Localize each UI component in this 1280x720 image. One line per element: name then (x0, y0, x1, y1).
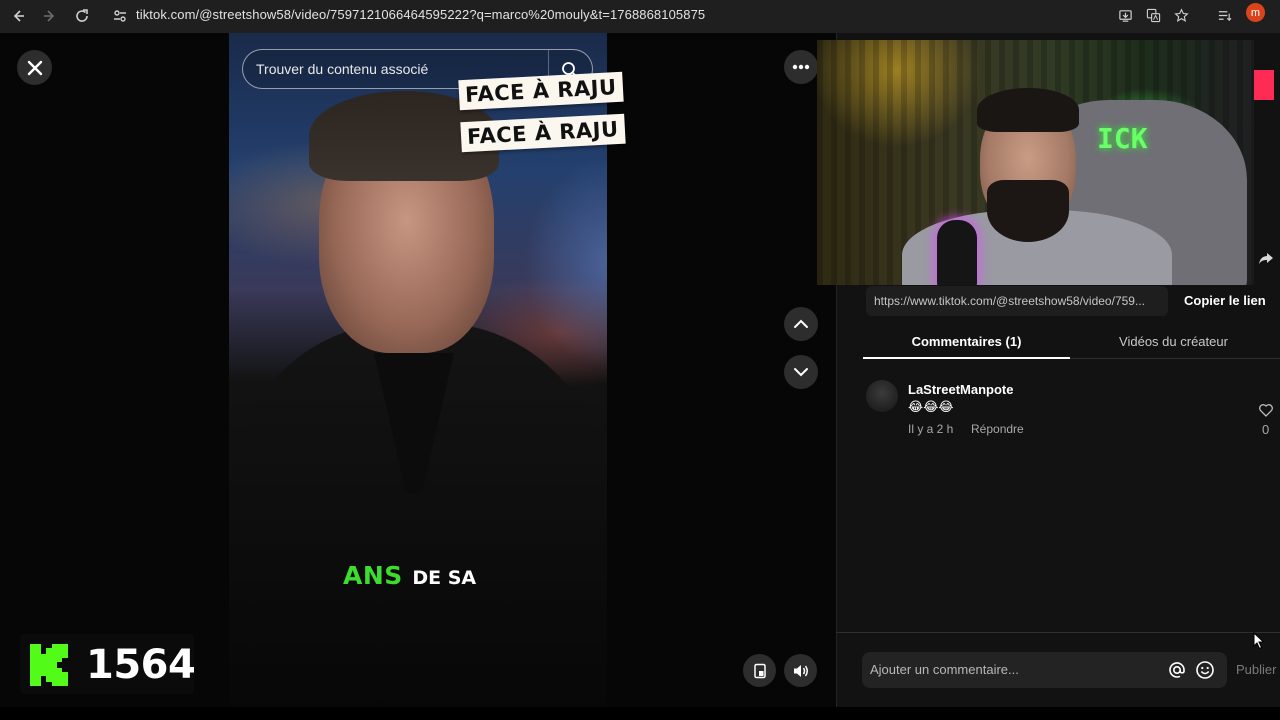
caption-text: DE SA (412, 567, 477, 589)
profile-avatar[interactable]: m (1246, 3, 1265, 22)
volume-icon (793, 664, 808, 677)
kick-logo-icon (30, 644, 68, 686)
comment-avatar[interactable] (866, 380, 898, 412)
floating-player-button[interactable] (743, 654, 776, 687)
reload-icon[interactable] (70, 4, 94, 28)
active-tab-indicator (863, 357, 1070, 359)
close-button[interactable] (17, 50, 52, 85)
tab-comments[interactable]: Commentaires (1) (863, 334, 1070, 349)
bottom-letterbox (0, 707, 1280, 720)
reply-button[interactable]: Répondre (971, 422, 1024, 436)
emoji-icon[interactable] (1195, 660, 1215, 680)
panel-divider (836, 632, 1280, 633)
floating-player-icon (753, 663, 766, 678)
panel-tabs: Commentaires (1) Vidéos du créateur (863, 325, 1280, 359)
share-icon[interactable] (1258, 250, 1274, 266)
kick-viewer-count: 1564 (86, 642, 196, 688)
webcam-neon-sign: ICK (1097, 122, 1148, 155)
tab-creator-videos[interactable]: Vidéos du créateur (1070, 334, 1277, 349)
chevron-up-icon (794, 319, 808, 328)
share-link-row: https://www.tiktok.com/@streetshow58/vid… (866, 286, 1276, 316)
reading-list-icon[interactable] (1213, 4, 1235, 26)
mouse-cursor-icon (1253, 632, 1265, 650)
volume-button[interactable] (784, 654, 817, 687)
more-dots-icon (792, 64, 810, 70)
bookmark-star-icon[interactable] (1170, 4, 1192, 26)
webcam-person-hair (977, 88, 1079, 132)
address-bar[interactable]: tiktok.com/@streetshow58/video/759712106… (104, 2, 1104, 30)
mention-at-icon[interactable] (1167, 660, 1187, 680)
share-link-text: https://www.tiktok.com/@streetshow58/vid… (874, 294, 1145, 308)
webcam-person-beard (987, 180, 1069, 242)
chevron-down-icon (794, 368, 808, 377)
search-placeholder: Trouver du contenu associé (256, 61, 429, 77)
translate-icon[interactable] (1142, 4, 1164, 26)
video-caption: ANS DE SA (343, 561, 476, 590)
caption-highlight: ANS (343, 561, 403, 590)
next-video-button[interactable] (784, 355, 818, 389)
comment-text: 😂😂😂 (908, 399, 954, 414)
site-info-icon[interactable] (112, 8, 128, 24)
comment-timestamp: Il y a 2 h (908, 422, 954, 436)
streamer-webcam-overlay: ICK (817, 40, 1254, 285)
kick-viewer-badge: 1564 (20, 634, 196, 694)
comment-input-placeholder: Ajouter un commentaire... (870, 662, 1019, 677)
comment-item: LaStreetManpote 😂😂😂 Il y a 2 h Répondre … (866, 378, 1276, 442)
share-link-field[interactable]: https://www.tiktok.com/@streetshow58/vid… (866, 286, 1168, 316)
heart-icon[interactable] (1258, 402, 1274, 418)
url-text: tiktok.com/@streetshow58/video/759712106… (136, 7, 706, 22)
comment-like-count: 0 (1262, 422, 1270, 437)
browser-toolbar: tiktok.com/@streetshow58/video/759712106… (0, 0, 1280, 33)
follow-accent[interactable] (1254, 70, 1274, 100)
webcam-microphone (937, 220, 977, 285)
more-options-button[interactable] (784, 50, 818, 84)
comment-input[interactable]: Ajouter un commentaire... (862, 652, 1227, 688)
install-icon[interactable] (1114, 4, 1136, 26)
copy-link-button[interactable]: Copier le lien (1184, 293, 1266, 308)
publish-button[interactable]: Publier (1236, 662, 1276, 677)
back-icon[interactable] (6, 4, 30, 28)
comment-username[interactable]: LaStreetManpote (908, 382, 1013, 397)
close-icon (27, 60, 42, 75)
previous-video-button[interactable] (784, 307, 818, 341)
forward-icon[interactable] (38, 4, 62, 28)
